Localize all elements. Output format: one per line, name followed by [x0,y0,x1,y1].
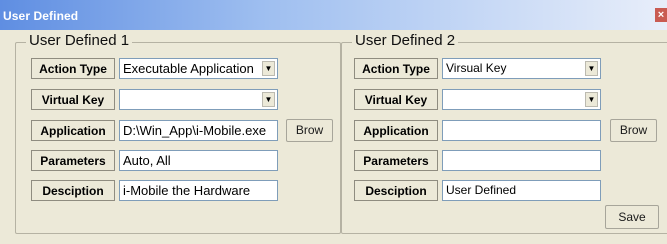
action-type-value: Executable Application [123,61,254,76]
group-user-defined-1: User Defined 1 Action Type Executable Ap… [15,33,341,234]
action-type-select[interactable]: Executable Application ▼ [119,58,278,79]
action-type-value: Virsual Key [446,61,507,75]
application-label: Application [354,120,438,141]
description-label: Desciption [31,180,115,201]
action-type-select[interactable]: Virsual Key ▼ [442,58,601,79]
description-label: Desciption [354,180,438,201]
user-defined-window: User Defined × User Defined 1 Action Typ… [0,0,667,244]
parameters-input[interactable] [442,150,601,171]
application-label: Application [31,120,115,141]
chevron-down-icon[interactable]: ▼ [585,61,598,76]
window-body: User Defined 1 Action Type Executable Ap… [0,30,667,244]
chevron-down-icon[interactable]: ▼ [585,92,598,107]
action-type-label: Action Type [354,58,438,79]
save-button[interactable]: Save [605,205,659,229]
virtual-key-select[interactable]: ▼ [119,89,278,110]
browse-button[interactable]: Brow [286,119,333,142]
description-input[interactable]: i-Mobile the Hardware [119,180,278,201]
virtual-key-label: Virtual Key [354,89,438,110]
browse-button[interactable]: Brow [610,119,657,142]
application-input[interactable]: D:\Win_App\i-Mobile.exe [119,120,278,141]
title-bar[interactable]: User Defined × [0,0,667,30]
parameters-input[interactable]: Auto, All [119,150,278,171]
window-title: User Defined [3,9,79,23]
action-type-label: Action Type [31,58,115,79]
parameters-label: Parameters [354,150,438,171]
group-2-title: User Defined 2 [352,33,459,49]
chevron-down-icon[interactable]: ▼ [262,61,275,76]
group-1-title: User Defined 1 [26,33,133,49]
parameters-label: Parameters [31,150,115,171]
close-icon[interactable]: × [655,8,667,22]
virtual-key-select[interactable]: ▼ [442,89,601,110]
description-input[interactable]: User Defined [442,180,601,201]
application-input[interactable] [442,120,601,141]
virtual-key-label: Virtual Key [31,89,115,110]
chevron-down-icon[interactable]: ▼ [262,92,275,107]
